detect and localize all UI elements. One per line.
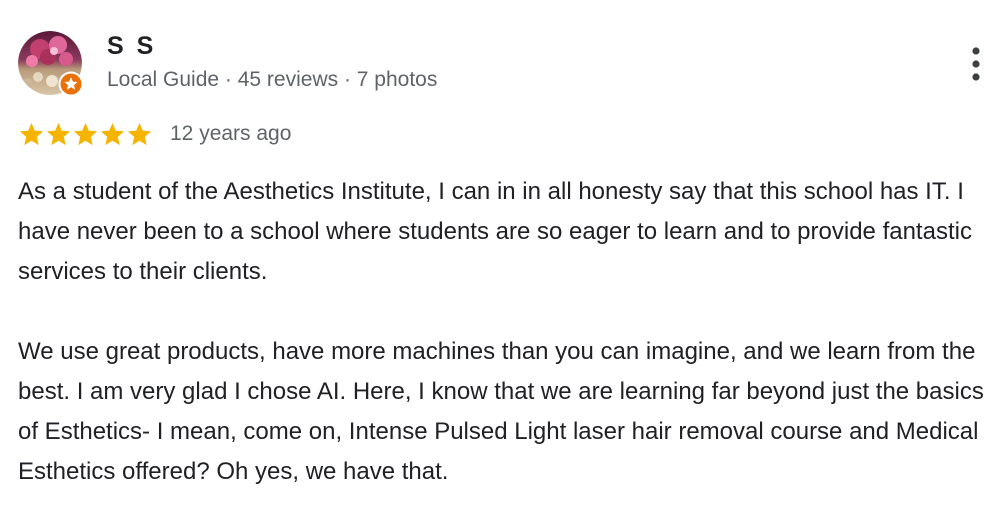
star-icon (73, 122, 98, 145)
star-icon (19, 122, 44, 145)
review-text: As a student of the Aesthetics Institute… (18, 172, 1003, 492)
more-vertical-icon (972, 47, 980, 81)
star-rating (18, 121, 153, 148)
more-options-button[interactable] (958, 44, 994, 84)
star-icon (127, 122, 152, 145)
local-guide-badge-icon (58, 71, 84, 97)
reviewer-meta: Local Guide · 45 reviews · 7 photos (107, 68, 438, 91)
review-card: S S Local Guide · 45 reviews · 7 photos … (0, 0, 1008, 508)
review-date: 12 years ago (170, 122, 292, 145)
star-icon (46, 122, 71, 145)
star-icon (100, 122, 125, 145)
review-paragraph: We use great products, have more machine… (18, 338, 984, 485)
review-paragraph: As a student of the Aesthetics Institute… (18, 178, 972, 285)
rating-row: 12 years ago (18, 119, 291, 149)
reviewer-name[interactable]: S S (107, 31, 156, 61)
avatar[interactable] (18, 31, 84, 97)
